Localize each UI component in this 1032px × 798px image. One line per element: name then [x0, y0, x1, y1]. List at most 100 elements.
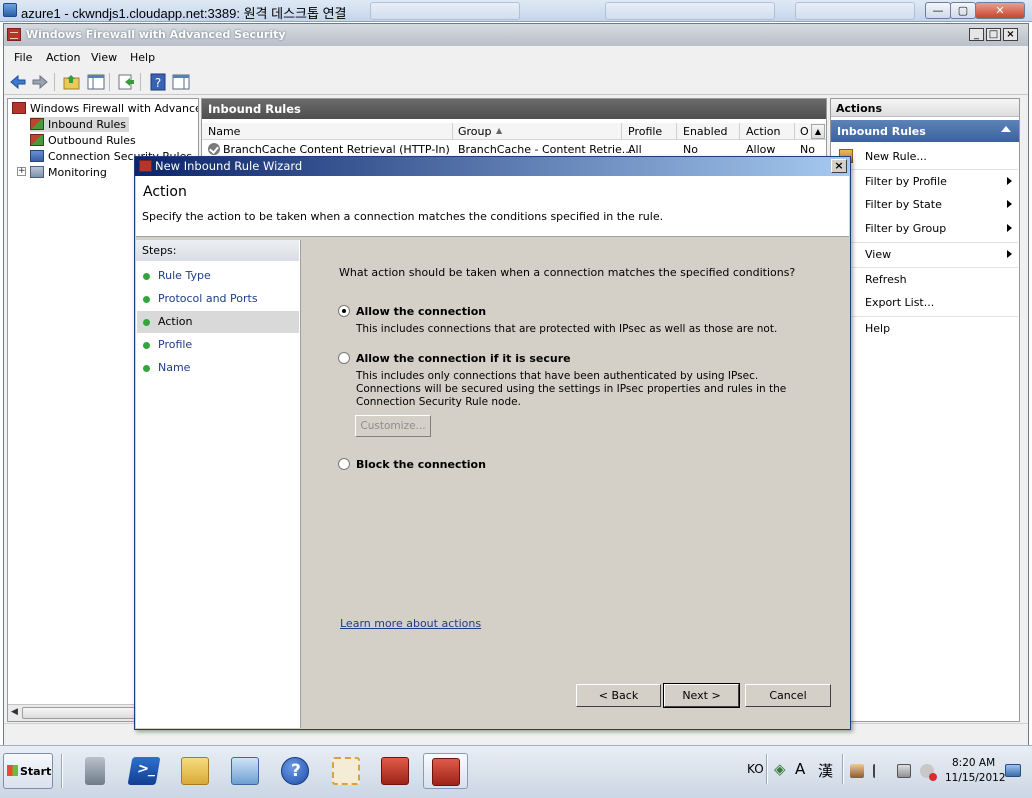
wizard-close-button[interactable]: ×	[831, 159, 847, 173]
taskbar-powershell[interactable]: >_	[125, 753, 163, 789]
export-list-icon[interactable]	[116, 72, 136, 92]
actions-pane: Actions Inbound Rules New Rule... Filter…	[830, 98, 1020, 722]
step-dot-icon	[143, 342, 150, 349]
table-row[interactable]: BranchCache Content Retrieval (HTTP-In) …	[202, 141, 826, 157]
wizard-steps-panel: Steps: Rule Type Protocol and Ports Acti…	[136, 240, 301, 728]
action-refresh[interactable]: Refresh	[832, 267, 1018, 289]
minimize-button[interactable]: _	[969, 28, 984, 41]
taskbar-firewall-wizard[interactable]	[423, 753, 468, 789]
show-action-pane-icon[interactable]	[171, 72, 191, 92]
start-label: Start	[20, 765, 52, 778]
volume-muted-icon[interactable]	[920, 764, 937, 781]
actions-section-inbound-rules[interactable]: Inbound Rules	[831, 120, 1019, 142]
action-view[interactable]: View	[832, 242, 1018, 264]
step-label: Rule Type	[158, 269, 211, 282]
toolbar: ?	[4, 69, 1028, 95]
action-label: Filter by Group	[865, 222, 947, 235]
taskbar-server-manager[interactable]	[76, 753, 114, 789]
input-language[interactable]: KO	[747, 762, 764, 776]
step-name[interactable]: Name	[137, 357, 299, 379]
ime-mode-icon[interactable]: ◈	[774, 760, 786, 778]
taskbar-admin-tools[interactable]	[327, 753, 365, 789]
rdp-minimize-button[interactable]: —	[925, 2, 951, 19]
network-icon[interactable]	[897, 764, 911, 778]
step-protocol-and-ports[interactable]: Protocol and Ports	[137, 288, 299, 310]
user-icon[interactable]	[850, 764, 864, 778]
radio-block-connection[interactable]	[338, 458, 350, 470]
taskbar-firewall-console[interactable]	[376, 753, 414, 789]
ime-alpha-indicator[interactable]: A	[795, 760, 805, 778]
column-action[interactable]: Action	[746, 125, 780, 138]
radio-allow-connection[interactable]	[338, 305, 350, 317]
menu-help[interactable]: Help	[130, 51, 155, 64]
show-desktop-icon[interactable]	[1005, 764, 1021, 777]
svg-text:?: ?	[155, 76, 161, 90]
option-allow-label[interactable]: Allow the connection	[356, 305, 486, 318]
step-rule-type[interactable]: Rule Type	[137, 265, 299, 287]
customize-button[interactable]: Customize...	[355, 415, 431, 437]
collapse-icon[interactable]	[1001, 126, 1011, 132]
show-hide-tree-icon[interactable]	[86, 72, 106, 92]
next-button[interactable]: Next >	[663, 683, 740, 708]
start-button[interactable]: Start	[3, 753, 53, 789]
action-center-flag-icon[interactable]	[873, 764, 887, 778]
step-profile[interactable]: Profile	[137, 334, 299, 356]
wizard-page-heading: Action	[143, 184, 187, 200]
action-filter-by-group[interactable]: Filter by Group	[832, 217, 1018, 239]
taskbar-help[interactable]: ?	[276, 753, 314, 789]
tree-item-inbound-rules[interactable]: Inbound Rules	[30, 117, 130, 132]
remote-desktop-icon	[3, 3, 17, 17]
remote-desktop-titlebar: azure1 - ckwndjs1.cloudapp.net:3389: 원격 …	[0, 0, 1032, 22]
taskbar-control-panel[interactable]	[226, 753, 264, 789]
up-folder-icon[interactable]	[62, 72, 82, 92]
tree-root[interactable]: Windows Firewall with Advanced S	[12, 101, 198, 116]
action-filter-by-profile[interactable]: Filter by Profile	[832, 169, 1018, 191]
menu-action[interactable]: Action	[46, 51, 80, 64]
background-tab	[370, 2, 520, 20]
ime-hanja-indicator[interactable]: 漢	[818, 760, 833, 781]
action-filter-by-state[interactable]: Filter by State	[832, 193, 1018, 215]
taskbar-explorer[interactable]	[176, 753, 214, 789]
firewall-icon	[12, 102, 26, 114]
rule-group: BranchCache - Content Retrie...	[458, 143, 633, 156]
menu-file[interactable]: File	[14, 51, 32, 64]
tree-item-outbound-rules[interactable]: Outbound Rules	[30, 133, 136, 148]
option-allow-secure-label[interactable]: Allow the connection if it is secure	[356, 352, 571, 365]
control-panel-icon	[231, 757, 259, 785]
step-action[interactable]: Action	[137, 311, 299, 333]
column-override[interactable]: O	[800, 125, 809, 138]
back-button[interactable]: < Back	[576, 684, 661, 707]
expand-monitoring-icon[interactable]: +	[17, 167, 26, 176]
action-new-rule[interactable]: New Rule...	[832, 145, 1018, 167]
rules-column-headers: Name Group ▲ Profile Enabled Action O	[202, 123, 826, 140]
column-profile[interactable]: Profile	[628, 125, 662, 138]
help-icon[interactable]: ?	[148, 72, 168, 92]
column-enabled[interactable]: Enabled	[683, 125, 727, 138]
column-group[interactable]: Group	[458, 125, 492, 138]
forward-arrow-icon[interactable]	[30, 72, 50, 92]
step-dot-icon	[143, 319, 150, 326]
scroll-left-icon[interactable]: ◀	[11, 708, 20, 717]
cancel-button[interactable]: Cancel	[745, 684, 831, 707]
scroll-thumb[interactable]	[22, 707, 142, 719]
radio-allow-if-secure[interactable]	[338, 352, 350, 364]
close-button[interactable]: ×	[1003, 28, 1018, 41]
scroll-up-icon[interactable]: ▲	[811, 124, 825, 139]
menu-bar: File Action View Help	[4, 47, 1028, 69]
rdp-restore-button[interactable]: ▢	[950, 2, 976, 19]
firewall-icon	[139, 160, 152, 172]
clock-date[interactable]: 11/15/2012	[945, 772, 1006, 784]
back-arrow-icon[interactable]	[8, 72, 28, 92]
main-window-title: Windows Firewall with Advanced Security	[26, 28, 286, 41]
option-block-label[interactable]: Block the connection	[356, 458, 486, 471]
clock-time[interactable]: 8:20 AM	[952, 757, 995, 769]
menu-view[interactable]: View	[91, 51, 117, 64]
maximize-button[interactable]: □	[986, 28, 1001, 41]
learn-more-link[interactable]: Learn more about actions	[340, 617, 481, 630]
action-export-list[interactable]: Export List...	[832, 291, 1018, 313]
rule-enabled: No	[683, 143, 698, 156]
action-help[interactable]: Help	[832, 316, 1018, 338]
tree-item-monitoring[interactable]: Monitoring	[30, 165, 107, 180]
rdp-close-button[interactable]: ✕	[975, 2, 1025, 19]
column-name[interactable]: Name	[208, 125, 240, 138]
